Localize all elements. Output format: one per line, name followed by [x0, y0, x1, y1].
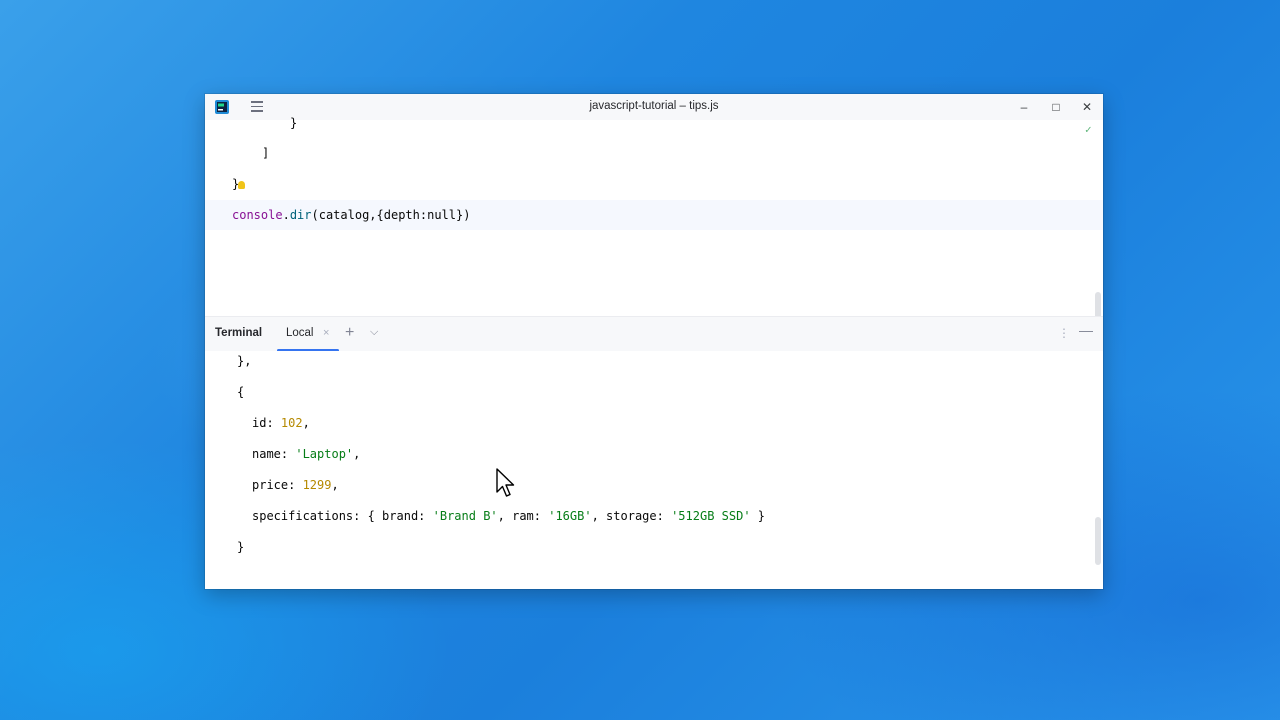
- terminal-title: Terminal: [215, 327, 263, 339]
- no-problems-check-icon[interactable]: ✓: [1085, 123, 1092, 136]
- terminal-scrollbar[interactable]: [1095, 517, 1101, 565]
- code-line[interactable]: ]: [205, 138, 1103, 168]
- terminal-string: 'Laptop': [295, 447, 354, 461]
- terminal-number: 102: [280, 416, 303, 430]
- terminal-line: price: 1299,: [252, 470, 339, 501]
- terminal-key: , ram:: [497, 509, 549, 523]
- terminal-text: ,: [353, 447, 361, 461]
- code-token-args: (catalog,{depth:null}): [311, 208, 471, 222]
- terminal-line: specifications: { brand: 'Brand B', ram:…: [252, 501, 765, 532]
- terminal-text: }: [237, 540, 245, 554]
- terminal-string: '512GB SSD': [671, 509, 751, 523]
- code-text: }: [290, 116, 298, 130]
- more-options-icon[interactable]: ⋮: [1058, 326, 1070, 340]
- code-token-object: console: [232, 208, 283, 222]
- terminal-text: {: [237, 385, 245, 399]
- code-line[interactable]: }: [205, 169, 1103, 199]
- terminal-text: ,: [331, 478, 339, 492]
- tab-local[interactable]: Local ×: [277, 317, 341, 352]
- terminal-key: , storage:: [591, 509, 672, 523]
- terminal-line: }: [237, 532, 244, 563]
- terminal-text: },: [237, 354, 252, 368]
- tab-close-icon[interactable]: ×: [323, 327, 329, 339]
- tab-local-label: Local: [286, 327, 314, 339]
- code-text: ]: [262, 146, 270, 160]
- terminal-text: ,: [302, 416, 310, 430]
- terminal-string: 'Brand B': [432, 509, 498, 523]
- terminal-key: id:: [252, 416, 281, 430]
- terminal-line: id: 102,: [252, 408, 310, 439]
- code-token-method: dir: [289, 208, 312, 222]
- code-token-dot: .: [282, 208, 290, 222]
- code-line-current[interactable]: console.dir(catalog,{depth:null}): [205, 200, 1103, 230]
- intention-bulb-icon[interactable]: [238, 181, 246, 189]
- terminal-header: Terminal Local × + ⌵ ⋮ —: [205, 316, 1103, 352]
- terminal-output[interactable]: }, { id: 102, name: 'Laptop', price: 129…: [205, 351, 1103, 589]
- ide-window: javascript-tutorial – tips.js – □ ✕ } ] …: [205, 94, 1103, 589]
- terminal-key: price:: [252, 478, 303, 492]
- hide-panel-icon[interactable]: —: [1079, 322, 1093, 338]
- code-line[interactable]: }: [205, 108, 1103, 138]
- terminal-line: name: 'Laptop',: [252, 439, 360, 470]
- terminal-string: '16GB': [548, 509, 592, 523]
- terminal-text: }: [750, 509, 766, 523]
- terminal-key: name:: [252, 447, 296, 461]
- mouse-pointer-icon: [496, 468, 515, 497]
- terminal-line: {: [237, 377, 244, 408]
- terminal-number: 1299: [302, 478, 332, 492]
- terminal-line: },: [237, 346, 251, 377]
- new-tab-plus-icon[interactable]: +: [345, 324, 354, 342]
- terminal-key: specifications: { brand:: [252, 509, 433, 523]
- chevron-down-icon[interactable]: ⌵: [370, 326, 378, 339]
